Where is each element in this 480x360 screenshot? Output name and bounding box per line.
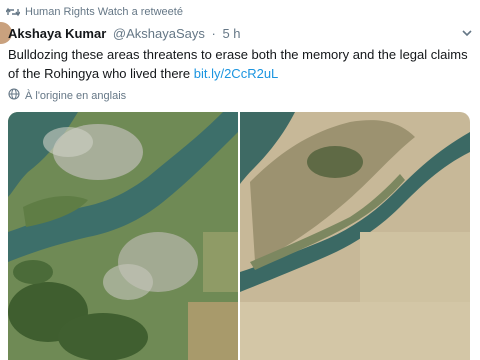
separator-dot: · bbox=[211, 26, 216, 41]
retweet-icon bbox=[6, 7, 20, 17]
author-name[interactable]: Akshaya Kumar bbox=[8, 26, 106, 41]
translation-label: À l'origine en anglais bbox=[25, 89, 127, 102]
chevron-down-icon[interactable] bbox=[460, 26, 474, 40]
satellite-image-before[interactable] bbox=[8, 112, 238, 360]
translation-note[interactable]: À l'origine en anglais bbox=[8, 88, 126, 103]
tweet[interactable]: Human Rights Watch a retweeté Akshaya Ku… bbox=[0, 0, 480, 360]
tweet-timestamp[interactable]: 5 h bbox=[222, 26, 240, 41]
retweet-context-text[interactable]: Human Rights Watch a retweeté bbox=[25, 6, 183, 18]
satellite-image-after[interactable] bbox=[240, 112, 470, 360]
tweet-text: Bulldozing these areas threatens to eras… bbox=[8, 45, 474, 83]
retweet-context: Human Rights Watch a retweeté bbox=[6, 5, 183, 19]
tweet-media[interactable] bbox=[8, 112, 470, 360]
globe-icon bbox=[8, 88, 20, 103]
tweet-header: Akshaya Kumar @AkshayaSays · 5 h bbox=[8, 26, 241, 42]
author-handle[interactable]: @AkshayaSays bbox=[113, 26, 205, 41]
tweet-link[interactable]: bit.ly/2CcR2uL bbox=[194, 66, 279, 81]
